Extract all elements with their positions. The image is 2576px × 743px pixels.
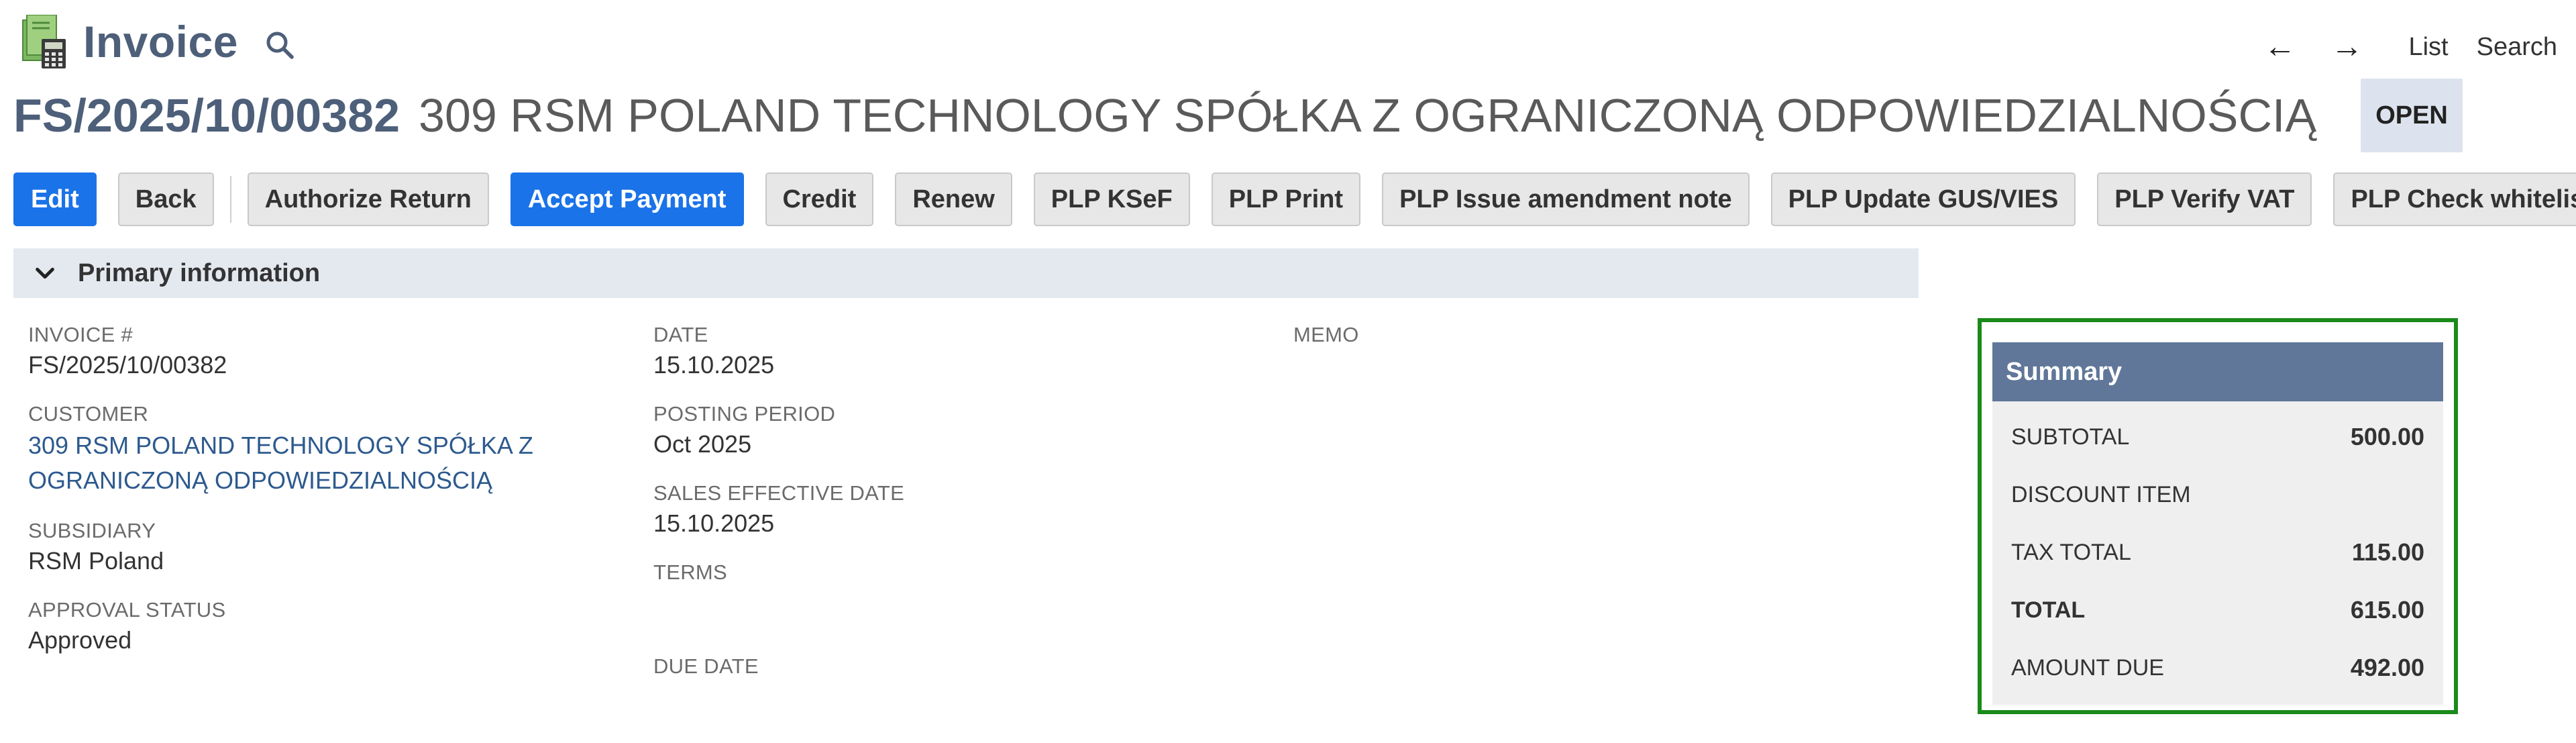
title-row: Invoice <box>20 15 296 68</box>
summary-title: Summary <box>1992 342 2443 401</box>
summary-row-tax-total: TAX TOTAL 115.00 <box>2011 524 2424 581</box>
plp-verify-vat-button[interactable]: PLP Verify VAT <box>2097 172 2312 226</box>
primary-information-section-toggle[interactable]: Primary information <box>13 248 1919 298</box>
field-customer: CUSTOMER 309 RSM POLAND TECHNOLOGY SPÓŁK… <box>28 400 605 498</box>
plp-print-button[interactable]: PLP Print <box>1211 172 1361 226</box>
summary-body: SUBTOTAL 500.00 DISCOUNT ITEM TAX TOTAL … <box>1992 401 2443 705</box>
field-label: CUSTOMER <box>28 402 149 426</box>
toolbar-divider <box>229 176 231 223</box>
previous-record-arrow-icon[interactable]: ← <box>2263 27 2296 67</box>
field-posting-period: POSTING PERIOD Oct 2025 <box>653 400 1230 460</box>
summary-value: 500.00 <box>2350 423 2424 450</box>
customer-link[interactable]: 309 RSM POLAND TECHNOLOGY SPÓŁKA Z OGRAN… <box>28 428 578 498</box>
summary-label: DISCOUNT ITEM <box>2011 481 2191 507</box>
summary-label: AMOUNT DUE <box>2011 654 2164 681</box>
fields-column-2: DATE 15.10.2025 POSTING PERIOD Oct 2025 … <box>653 321 1230 699</box>
field-label: DATE <box>653 323 708 346</box>
next-record-arrow-icon[interactable]: → <box>2330 27 2363 67</box>
field-label: SUBSIDIARY <box>28 519 156 542</box>
field-value: FS/2025/10/00382 <box>28 351 227 379</box>
credit-button[interactable]: Credit <box>765 172 874 226</box>
field-label: APPROVAL STATUS <box>28 598 226 622</box>
plp-check-whitelist-button[interactable]: PLP Check whitelist <box>2333 172 2576 226</box>
field-approval-status: APPROVAL STATUS Approved <box>28 596 605 656</box>
record-name: 309 RSM POLAND TECHNOLOGY SPÓŁKA Z OGRAN… <box>419 89 2317 142</box>
summary-label: TAX TOTAL <box>2011 539 2131 565</box>
summary-label: SUBTOTAL <box>2011 424 2130 450</box>
search-link[interactable]: Search <box>2477 33 2557 62</box>
summary-value: 115.00 <box>2351 538 2424 566</box>
summary-row-discount-item: DISCOUNT ITEM <box>2011 466 2424 524</box>
summary-value: 492.00 <box>2350 654 2424 681</box>
search-icon[interactable] <box>264 29 296 61</box>
summary-row-total: TOTAL 615.00 <box>2011 581 2424 639</box>
field-value: Oct 2025 <box>653 430 752 458</box>
summary-row-subtotal: SUBTOTAL 500.00 <box>2011 408 2424 466</box>
summary-value: 615.00 <box>2350 596 2424 624</box>
field-date: DATE 15.10.2025 <box>653 321 1230 381</box>
field-label: DUE DATE <box>653 654 759 678</box>
renew-button[interactable]: Renew <box>895 172 1012 226</box>
accept-payment-button[interactable]: Accept Payment <box>510 172 744 226</box>
field-value: 15.10.2025 <box>653 509 775 537</box>
field-label: POSTING PERIOD <box>653 402 836 426</box>
action-toolbar: Edit Back Authorize Return Accept Paymen… <box>13 172 2576 226</box>
fields-column-3: MEMO <box>1293 321 1830 368</box>
field-invoice-number: INVOICE # FS/2025/10/00382 <box>28 321 605 381</box>
field-sales-effective-date: SALES EFFECTIVE DATE 15.10.2025 <box>653 479 1230 540</box>
field-value: Approved <box>28 626 132 654</box>
page-kind-title: Invoice <box>83 17 238 66</box>
authorize-return-button[interactable]: Authorize Return <box>247 172 489 226</box>
plp-ksef-button[interactable]: PLP KSeF <box>1033 172 1190 226</box>
field-label: TERMS <box>653 560 727 584</box>
status-badge: OPEN <box>2361 79 2463 152</box>
plp-issue-amendment-note-button[interactable]: PLP Issue amendment note <box>1382 172 1750 226</box>
field-value: RSM Poland <box>28 547 164 575</box>
field-label: MEMO <box>1293 323 1359 346</box>
field-label: INVOICE # <box>28 323 133 346</box>
record-navigation: ← → List Search <box>2246 27 2557 67</box>
chevron-down-icon <box>36 267 54 279</box>
fields-column-1: INVOICE # FS/2025/10/00382 CUSTOMER 309 … <box>28 321 605 675</box>
field-subsidiary: SUBSIDIARY RSM Poland <box>28 517 605 577</box>
back-button[interactable]: Back <box>117 172 214 226</box>
field-label: SALES EFFECTIVE DATE <box>653 481 905 505</box>
field-memo: MEMO <box>1293 321 1830 349</box>
field-value: 15.10.2025 <box>653 351 775 379</box>
edit-button[interactable]: Edit <box>13 172 97 226</box>
summary-label: TOTAL <box>2011 597 2086 623</box>
record-heading: FS/2025/10/00382 309 RSM POLAND TECHNOLO… <box>13 79 2463 152</box>
summary-panel: Summary SUBTOTAL 500.00 DISCOUNT ITEM TA… <box>1978 318 2458 714</box>
invoice-calculator-icon <box>22 15 66 68</box>
summary-row-amount-due: AMOUNT DUE 492.00 <box>2011 639 2424 697</box>
field-due-date: DUE DATE <box>653 652 1230 681</box>
record-id: FS/2025/10/00382 <box>13 89 400 142</box>
field-terms: TERMS <box>653 558 1230 634</box>
plp-update-gus-vies-button[interactable]: PLP Update GUS/VIES <box>1770 172 2076 226</box>
section-title: Primary information <box>78 258 321 287</box>
list-link[interactable]: List <box>2408 33 2448 62</box>
